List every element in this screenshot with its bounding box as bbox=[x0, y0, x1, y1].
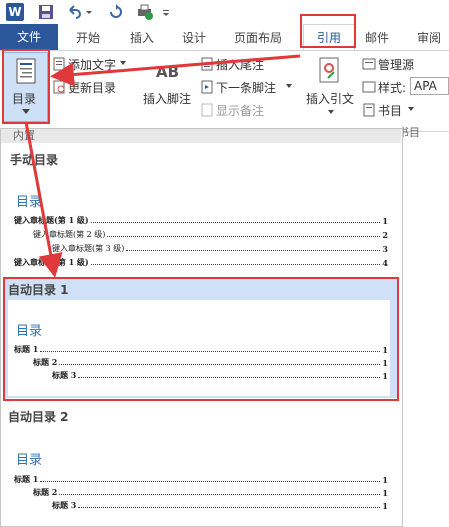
manual-toc-line: 键入章标题(第 2 级) 2 bbox=[33, 230, 388, 240]
update-toc-button[interactable]: 更新目录 bbox=[68, 79, 116, 96]
bibliography-button[interactable]: 书目 bbox=[378, 102, 402, 119]
next-footnote-button[interactable]: 下一条脚注 bbox=[216, 79, 276, 96]
tab-file[interactable]: 文件 bbox=[0, 24, 58, 50]
update-toc-icon bbox=[53, 80, 65, 94]
auto-toc-2-line: 标题 11 bbox=[14, 474, 388, 485]
manage-sources-icon bbox=[362, 58, 376, 70]
insert-endnote-button[interactable]: 插入尾注 bbox=[216, 56, 264, 73]
insert-citation-button[interactable]: 插入引文 bbox=[306, 90, 354, 107]
bibliography-dropdown-icon bbox=[408, 107, 414, 111]
add-text-dropdown-icon bbox=[120, 61, 126, 65]
auto-toc-2-title: 自动目录 2 bbox=[8, 410, 69, 424]
style-label: 样式: bbox=[378, 81, 407, 95]
gallery-header: 内置 bbox=[1, 129, 401, 143]
redo-icon[interactable] bbox=[108, 3, 124, 21]
next-footnote-icon bbox=[201, 80, 213, 94]
ribbon-tabs: 文件 开始 插入 设计 页面布局 引用 邮件 审阅 bbox=[0, 24, 449, 50]
add-text-button[interactable]: 添加文字 bbox=[68, 56, 116, 73]
manual-toc-line: 键入章标题(第 1 级) 1 bbox=[14, 215, 388, 226]
print-preview-icon[interactable] bbox=[136, 3, 154, 21]
customize-qat-icon[interactable] bbox=[162, 3, 170, 21]
tab-home[interactable]: 开始 bbox=[76, 28, 100, 48]
show-notes-icon bbox=[201, 103, 213, 117]
tab-design[interactable]: 设计 bbox=[182, 28, 206, 48]
save-icon[interactable] bbox=[38, 3, 54, 21]
tab-review[interactable]: 审阅 bbox=[417, 28, 441, 48]
undo-dropdown-icon[interactable] bbox=[85, 3, 93, 21]
manual-toc-line: 键入章标题(第 3 级) 3 bbox=[52, 244, 388, 254]
auto-toc-2-line: 标题 21 bbox=[33, 487, 388, 498]
next-footnote-dropdown-icon bbox=[286, 84, 292, 88]
tab-layout[interactable]: 页面布局 bbox=[234, 28, 282, 48]
show-notes-button[interactable]: 显示备注 bbox=[216, 102, 264, 119]
word-logo-icon: W bbox=[6, 3, 24, 21]
footnote-ab-icon: AB bbox=[156, 63, 180, 81]
quick-access-toolbar: W bbox=[0, 0, 449, 24]
add-text-icon bbox=[53, 57, 65, 71]
references-tab-highlight bbox=[300, 14, 356, 48]
auto-toc-2-line: 标题 31 bbox=[52, 500, 388, 511]
auto-toc-2-heading: 目录 bbox=[16, 453, 43, 468]
auto-toc-1-highlight bbox=[3, 277, 399, 401]
insert-citation-dropdown-icon bbox=[328, 110, 334, 114]
tab-mailings[interactable]: 邮件 bbox=[365, 28, 389, 48]
manual-toc-line: 键入章标题(第 1 级) 4 bbox=[14, 257, 388, 268]
style-icon bbox=[362, 81, 376, 93]
bibliography-icon bbox=[363, 103, 375, 117]
manual-toc-heading: 目录 bbox=[16, 195, 43, 210]
toc-button-highlight bbox=[2, 49, 50, 124]
style-select[interactable]: APA bbox=[410, 77, 449, 95]
manage-sources-button[interactable]: 管理源 bbox=[378, 56, 414, 73]
manual-toc-title: 手动目录 bbox=[10, 153, 59, 167]
insert-citation-icon bbox=[319, 57, 339, 83]
undo-icon[interactable] bbox=[66, 3, 82, 21]
insert-endnote-icon bbox=[201, 57, 213, 71]
insert-footnote-button[interactable]: 插入脚注 bbox=[143, 90, 191, 107]
tab-insert[interactable]: 插入 bbox=[130, 28, 154, 48]
